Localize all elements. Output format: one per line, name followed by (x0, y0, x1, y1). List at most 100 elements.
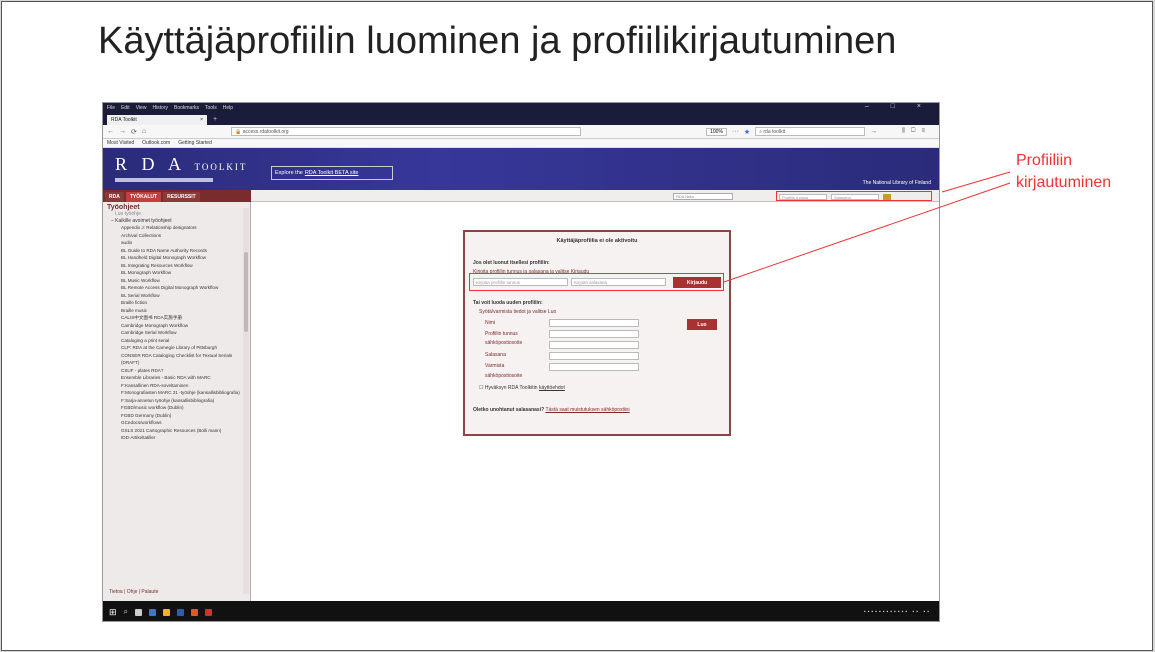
label-email: sähköpostiosoite (485, 340, 523, 346)
name-input[interactable] (549, 319, 639, 327)
star-icon[interactable]: ★ (744, 128, 750, 136)
scrollbar-thumb[interactable] (244, 252, 248, 332)
browser-screenshot: File Edit View History Bookmarks Tools H… (102, 102, 940, 622)
sidebar-item[interactable]: Cambridge Monograph Workflow (121, 322, 243, 330)
app-icon[interactable] (205, 608, 213, 616)
menu-file[interactable]: File (107, 105, 115, 111)
existing-heading: Jos olet luonut itsellesi profiilin: (473, 260, 550, 266)
menu-view[interactable]: View (136, 105, 147, 111)
top-login-box: Profiilin tunnus Salasana (776, 191, 932, 201)
profile-id-input[interactable] (549, 330, 639, 338)
new-password-input[interactable] (549, 352, 639, 360)
annotation-line-top (941, 171, 1011, 193)
go-icon[interactable]: → (870, 128, 877, 135)
label-password: Salasana (485, 352, 506, 358)
bookmark-item[interactable]: Outlook.com (142, 140, 170, 146)
explore-beta-banner[interactable]: Explore the RDA Toolkit BETA site (271, 166, 393, 180)
menu-history[interactable]: History (152, 105, 168, 111)
zoom-level[interactable]: 100% (706, 127, 727, 136)
tab-strip: RDA Toolkit × + (103, 113, 939, 125)
sidebar-footer[interactable]: Tietoa | Ohje | Palaute (109, 589, 158, 595)
sidebar-title: Työohjeet (107, 204, 140, 211)
new-profile-heading: Tai voit luoda uuden profiilin: (473, 300, 543, 306)
windows-start-icon[interactable]: ⊞ (109, 607, 117, 618)
sidebar-item[interactable]: FGBD/music workflow (Dublin) (121, 404, 243, 412)
menu-tools[interactable]: Tools (205, 105, 217, 111)
label-profile-id: Profiilin tunnus (485, 331, 518, 337)
close-icon[interactable]: × (200, 117, 203, 123)
create-workflow-link[interactable]: Luo työohje (115, 211, 250, 217)
edge-icon[interactable] (177, 608, 185, 616)
bookmark-item[interactable]: Most Visited (107, 140, 134, 146)
new-tab-icon[interactable]: + (213, 116, 217, 123)
site-search-input[interactable]: RDA haku (673, 193, 733, 200)
tab-rda[interactable]: RDA (105, 192, 124, 202)
menu-edit[interactable]: Edit (121, 105, 130, 111)
sidebar-item[interactable]: BL Serial Workflow (121, 292, 243, 300)
sidebar-item[interactable]: BL Integrating Resources Workflow (121, 262, 243, 270)
sidebar-item[interactable]: GCedocs/workflows (121, 419, 243, 427)
sidebar-item[interactable]: CALIS中文图书 RDA实施手册 (121, 314, 243, 322)
toolbar-icons[interactable]: ⫼▢≡ (902, 128, 931, 135)
site-tabs: RDA TYÖKALUT RESURSSIT (103, 190, 251, 202)
sidebar-item[interactable]: GSLS 2021 Cartographic Resources (Bolli … (121, 427, 243, 435)
firefox-icon[interactable] (191, 608, 199, 616)
tab-tyokalut[interactable]: TYÖKALUT (125, 192, 162, 202)
sidebar-item[interactable]: Appendix J: Relationship designators (121, 224, 243, 232)
logo-subtitle-bar (115, 178, 213, 182)
tab-resurssit[interactable]: RESURSSIT (163, 192, 200, 202)
sidebar-item[interactable]: Cataloging a print serial (121, 337, 243, 345)
sidebar-item[interactable]: F:Kansallinen RDA-soveltaminen (121, 382, 243, 390)
sidebar-item[interactable]: Braille music (121, 307, 243, 315)
site-banner: R D A TOOLKIT Explore the RDA Toolkit BET… (103, 148, 939, 190)
back-icon[interactable]: ← (107, 128, 114, 135)
terms-link[interactable]: käyttöehdot (539, 385, 565, 391)
sidebar-item[interactable]: F:Monografiasten MARC 21 -työohje (kansa… (121, 389, 243, 397)
top-username-input[interactable]: Profiilin tunnus (779, 194, 827, 200)
forgot-link[interactable]: Tästä saat muistutuksen sähköpostiisi (545, 407, 629, 413)
bookmark-item[interactable]: Getting Started (178, 140, 212, 146)
taskview-icon[interactable] (135, 608, 143, 616)
sidebar-item[interactable]: CSUF - plates RDA? (121, 367, 243, 375)
sidebar-item[interactable]: BL Monograph Workflow (121, 269, 243, 277)
library-name: The National Library of Finland (862, 180, 931, 186)
window-controls[interactable]: – □ × (865, 103, 931, 110)
sidebar-item[interactable]: Archival Collections (121, 232, 243, 240)
browser-tab[interactable]: RDA Toolkit × (107, 115, 207, 125)
sidebar-item[interactable]: Ensemble Libraries - Basic RDA with MARC (121, 374, 243, 382)
explore-link[interactable]: RDA Toolkit BETA site (305, 170, 359, 176)
sidebar-item[interactable]: Cambridge Serial Workflow (121, 329, 243, 337)
sidebar-item[interactable]: FGBD Germany (Dublin) (121, 412, 243, 420)
sidebar-item[interactable]: BL Remote Access Digital Monograph Workf… (121, 284, 243, 292)
reload-icon[interactable]: ⟳ (131, 128, 137, 136)
annotation-label: Profiiliin kirjautuminen (1016, 150, 1111, 194)
sidebar-item[interactable]: CLP: RDA at the Carnegie Library of Pitt… (121, 344, 243, 352)
sidebar-item[interactable]: BL Guide to RDA Name Authority Records (121, 247, 243, 255)
home-icon[interactable]: ⌂ (142, 128, 146, 135)
url-bar[interactable]: 🔒 access.rdatoolkit.org (231, 127, 582, 136)
login-key-icon[interactable] (883, 194, 891, 200)
top-password-input[interactable]: Salasana (831, 194, 879, 200)
folder-icon[interactable] (163, 608, 171, 616)
search-icon[interactable]: ⌕ (124, 607, 128, 617)
sidebar-item[interactable]: IDD-Artikeltatiller (121, 434, 243, 442)
browser-search-input[interactable]: ⌕ rda toolkit (755, 127, 866, 136)
email-input[interactable] (549, 341, 639, 349)
sidebar-item[interactable]: CONSER RDA Cataloging Checklist for Text… (121, 352, 243, 367)
confirm-password-input[interactable] (549, 363, 639, 371)
windows-taskbar: ⊞ ⌕ ▪▪▪▪▪▪▪▪▪▪▪▪ ▪▪ ▪▪ (103, 601, 939, 621)
create-button[interactable]: Luo (687, 319, 717, 330)
rda-logo[interactable]: R D A TOOLKIT (115, 154, 247, 175)
sidebar-item[interactable]: Braille fiction (121, 299, 243, 307)
more-icon[interactable]: ··· (732, 128, 739, 135)
forward-icon[interactable]: → (119, 128, 126, 135)
sidebar-item[interactable]: F:Sarja-annetun työohje (kansallisbiblio… (121, 397, 243, 405)
menu-help[interactable]: Help (223, 105, 233, 111)
new-profile-instruction: Syötä/varmista tiedot ja valitse Luo (479, 309, 557, 315)
system-tray[interactable]: ▪▪▪▪▪▪▪▪▪▪▪▪ ▪▪ ▪▪ (864, 609, 931, 615)
sidebar-item[interactable]: BL Handheld Digital Monograph Workflow (121, 254, 243, 262)
sidebar-item[interactable]: BL Music Workflow (121, 277, 243, 285)
sidebar-item[interactable]: audio (121, 239, 243, 247)
menu-bookmarks[interactable]: Bookmarks (174, 105, 199, 111)
app-icon[interactable] (149, 608, 157, 616)
